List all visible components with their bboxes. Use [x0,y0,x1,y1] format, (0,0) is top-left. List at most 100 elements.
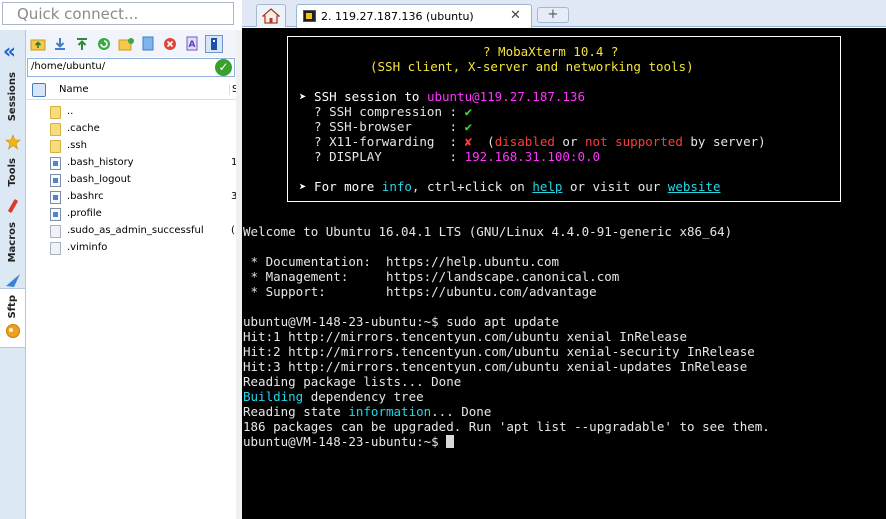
file-name: .viminfo [67,242,108,253]
ssh-compression-line: ? SSH compression : ✔ [299,104,472,119]
svg-text:A: A [189,40,196,50]
home-icon [262,8,280,24]
documentation-line: * Documentation: https://help.ubuntu.com [243,254,560,269]
x11-label: ? X11-forwarding : [299,134,465,149]
quick-connect-input[interactable]: Quick connect... [2,2,234,25]
prompt-line[interactable]: ubuntu@VM-148-23-ubuntu:~$ [243,434,455,449]
file-row[interactable]: .cache [27,121,236,138]
file-icon [50,174,61,187]
new-tab-button[interactable]: + [537,7,569,23]
file-icon [50,191,61,204]
side-tab-tools[interactable]: Tools [0,158,25,194]
compression-label: ? SSH compression : [299,104,465,119]
upload-icon[interactable] [73,35,91,53]
display-value: 192.168.31.100:0.0 [464,149,601,164]
building-word: Building [243,389,304,404]
browser-label: ? SSH-browser : [299,119,465,134]
properties-icon[interactable] [205,34,223,53]
session-tab[interactable]: 2. 119.27.187.136 (ubuntu) ✕ [296,4,532,28]
output-line: 186 packages can be upgraded. Run 'apt l… [243,419,770,434]
file-name: .bash_logout [67,174,131,185]
x11-unsupported: not supported [585,134,683,149]
file-row[interactable]: .bash_history 1 [27,155,237,172]
file-row[interactable]: .profile [27,206,236,223]
output-line: Hit:2 http://mirrors.tencentyun.com/ubun… [243,344,755,359]
file-list-header: Name S [27,80,238,100]
side-tab-macros[interactable]: Macros [0,222,25,266]
help-link[interactable]: help [532,179,562,194]
file-name: .bashrc [67,191,104,202]
file-row[interactable]: .sudo_as_admin_successful ( [27,223,236,240]
terminal-session-icon [303,10,316,22]
side-tab-label: Sessions [7,72,18,122]
file-row[interactable]: .bashrc 3 [27,189,237,206]
check-icon: ✔ [464,104,473,119]
file-name: .ssh [67,140,87,151]
column-header-name[interactable]: Name [59,84,89,95]
side-tab-label: Macros [7,222,18,263]
output-line: Reading state information... Done [243,404,491,419]
file-icon [50,225,61,238]
sftp-globe-icon [5,323,20,338]
column-chooser-icon[interactable] [32,82,46,97]
file-name: .cache [67,123,100,134]
close-tab-icon[interactable]: ✕ [510,8,521,23]
x11-or: or [554,134,586,149]
folder-icon [50,140,61,153]
support-line: * Support: https://ubuntu.com/advantage [243,284,597,299]
ssh-browser-line: ? SSH-browser : ✔ [299,119,472,134]
state-word: information [348,404,432,419]
side-tab-sftp[interactable]: Sftp [0,288,25,348]
state-prefix: Reading state [243,404,349,419]
cross-icon: ✘ [464,134,473,149]
send-icon [0,268,25,288]
banner-subtitle: (SSH client, X-server and networking too… [370,59,694,74]
output-line: Reading package lists... Done [243,374,462,389]
side-tab-label: Sftp [7,295,18,319]
session-prefix: ➤ SSH session to [299,89,427,104]
side-tab-sessions[interactable]: Sessions [0,72,25,128]
file-size: ( [231,225,235,236]
folder-icon [50,123,61,136]
banner-title: ? MobaXterm 10.4 ? [483,44,619,59]
delete-icon[interactable] [161,35,179,53]
new-folder-icon[interactable] [117,35,135,53]
sftp-path-input[interactable]: /home/ubuntu/ [27,58,235,77]
file-row[interactable]: .viminfo [27,240,236,257]
more-info-line: ➤ For more info, ctrl+click on help or v… [299,179,720,194]
file-row[interactable]: .. [27,104,236,121]
building-rest: dependency tree [303,389,424,404]
file-icon [50,157,61,170]
home-tab[interactable] [256,4,286,27]
display-line: ? DISPLAY : 192.168.31.100:0.0 [299,149,600,164]
info-link[interactable]: info [382,179,412,194]
sftp-toolbar: A [26,30,238,57]
download-icon[interactable] [51,35,69,53]
file-row[interactable]: .ssh [27,138,236,155]
display-label: ? DISPLAY : [299,149,465,164]
left-panel: Quick connect... « Sessions Tools Macros… [0,0,242,519]
file-name: .sudo_as_admin_successful [67,225,204,236]
rename-icon[interactable]: A [183,35,201,53]
session-host: @119.27.187.136 [472,89,585,104]
star-icon [0,130,25,150]
output-line: Hit:3 http://mirrors.tencentyun.com/ubun… [243,359,748,374]
management-line: * Management: https://landscape.canonica… [243,269,620,284]
x11-by: by server) [682,134,766,149]
x11-forwarding-line: ? X11-forwarding : ✘ (disabled or not su… [299,134,766,149]
refresh-icon[interactable] [95,35,113,53]
new-file-icon[interactable] [139,35,157,53]
side-tab-bar: « Sessions Tools Macros Sftp [0,30,26,519]
terminal-output[interactable]: ? MobaXterm 10.4 ? (SSH client, X-server… [242,28,886,519]
x11-disabled: disabled [494,134,555,149]
folder-icon [50,106,61,119]
website-link[interactable]: website [668,179,721,194]
check-icon: ✔ [464,119,473,134]
file-row[interactable]: .bash_logout [27,172,236,189]
parent-folder-icon[interactable] [29,35,47,53]
ssh-session-line: ➤ SSH session to ubuntu@119.27.187.136 [299,89,585,104]
collapse-sidebar-icon[interactable]: « [3,41,23,62]
output-line: Hit:1 http://mirrors.tencentyun.com/ubun… [243,329,688,344]
welcome-line: Welcome to Ubuntu 16.04.1 LTS (GNU/Linux… [243,224,733,239]
path-ok-icon[interactable]: ✓ [215,59,232,76]
